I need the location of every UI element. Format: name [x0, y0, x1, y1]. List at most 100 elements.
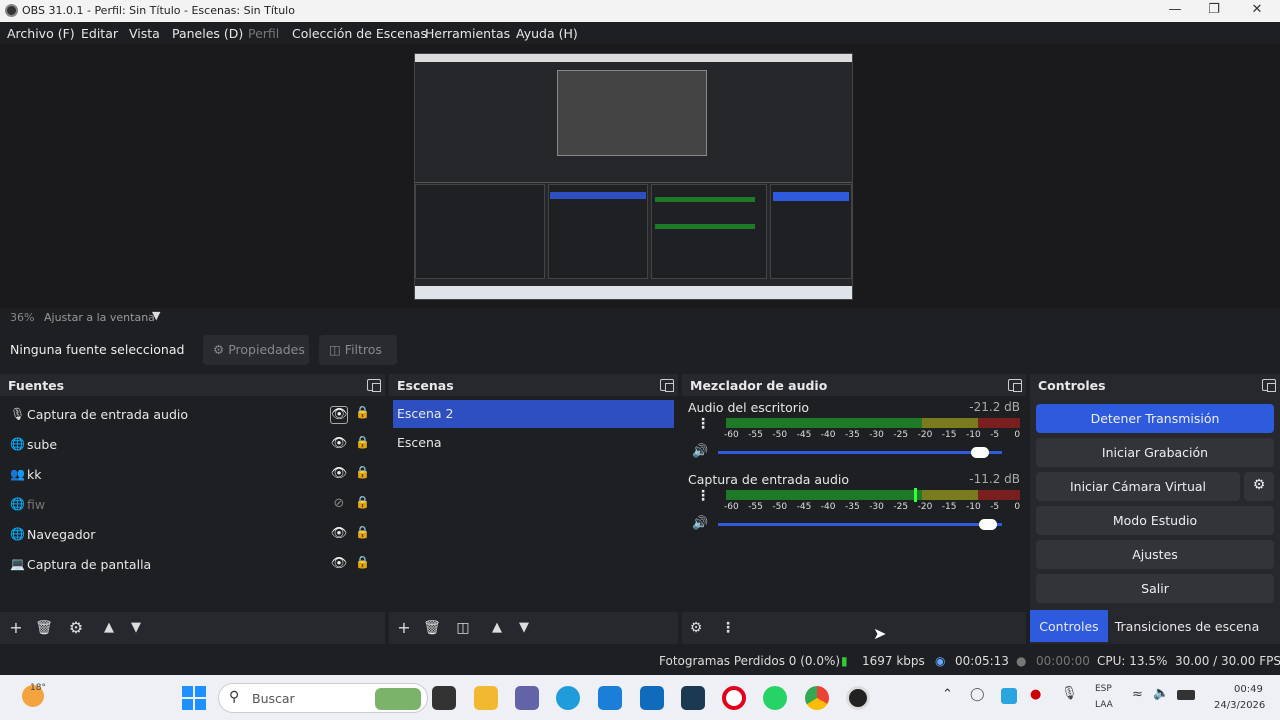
exit-button[interactable]: Salir: [1036, 574, 1274, 603]
language-code[interactable]: ESP: [1095, 684, 1112, 694]
volume-slider-handle[interactable]: [979, 519, 997, 530]
lock-icon[interactable]: 🔒: [355, 435, 370, 453]
scene-item-selected[interactable]: Escena 2: [393, 400, 674, 428]
eye-icon[interactable]: 👁: [330, 526, 348, 544]
undock-icon[interactable]: [367, 379, 381, 392]
properties-button[interactable]: ⚙ Propiedades: [203, 335, 309, 365]
menu-file[interactable]: Archivo (F): [7, 26, 75, 41]
menu-profile[interactable]: Perfil: [248, 26, 279, 41]
list-item[interactable]: 🌐 fiw ⊘ 🔒: [0, 490, 385, 520]
virtual-camera-settings-button[interactable]: ⚙: [1244, 472, 1274, 501]
kebab-menu-icon[interactable]: ⋮: [696, 416, 710, 432]
battery-icon[interactable]: [1177, 690, 1195, 700]
trash-icon[interactable]: 🗑: [34, 618, 54, 638]
scene-item[interactable]: Escena: [393, 429, 674, 457]
start-virtual-camera-button[interactable]: Iniciar Cámara Virtual: [1036, 472, 1240, 501]
kebab-menu-icon[interactable]: ⋮: [718, 618, 738, 638]
trash-icon[interactable]: 🗑: [422, 618, 442, 638]
list-item[interactable]: 💻 Captura de pantalla 👁 🔒: [0, 550, 385, 580]
wifi-icon[interactable]: ≈: [1132, 687, 1143, 702]
menu-edit[interactable]: Editar: [81, 26, 118, 41]
gear-icon[interactable]: ⚙: [686, 618, 706, 638]
add-icon[interactable]: +: [6, 618, 26, 638]
menu-tools[interactable]: Herramientas: [425, 26, 510, 41]
outlook-icon[interactable]: [640, 686, 664, 710]
arrow-up-icon[interactable]: ▲: [487, 618, 507, 638]
signal-icon: ▮: [841, 654, 848, 668]
arrow-down-icon[interactable]: ▼: [126, 618, 146, 638]
menu-view[interactable]: Vista: [129, 26, 160, 41]
menu-docks[interactable]: Paneles (D): [172, 26, 243, 41]
list-item[interactable]: 🎙 Captura de entrada audio 👁 🔒: [0, 400, 385, 430]
start-icon[interactable]: [182, 686, 206, 710]
edge-icon[interactable]: [556, 686, 580, 710]
menu-help[interactable]: Ayuda (H): [516, 26, 578, 41]
meter-tick-label: 0: [1014, 430, 1021, 440]
store-icon[interactable]: [598, 686, 622, 710]
eye-hidden-icon[interactable]: ⊘: [330, 496, 348, 514]
eye-icon[interactable]: 👁: [330, 466, 348, 484]
arrow-up-icon[interactable]: ▲: [99, 618, 119, 638]
arrow-down-icon[interactable]: ▼: [514, 618, 534, 638]
minimize-icon[interactable]: —: [1160, 2, 1190, 17]
sources-list: 🎙 Captura de entrada audio 👁 🔒 🌐 sube 👁 …: [0, 396, 385, 612]
tray-app-icon[interactable]: [1001, 688, 1017, 704]
speaker-icon[interactable]: 🔊: [692, 516, 708, 531]
undock-icon[interactable]: [1008, 379, 1022, 392]
keyboard-layout[interactable]: LAA: [1095, 700, 1113, 710]
chevron-down-icon[interactable]: ▼: [152, 309, 160, 322]
globe-icon: 🌐: [10, 497, 25, 511]
settings-button[interactable]: Ajustes: [1036, 540, 1274, 569]
speaker-icon[interactable]: 🔊: [692, 444, 708, 459]
microphone-icon[interactable]: 🎙: [1061, 686, 1078, 701]
start-recording-button[interactable]: Iniciar Grabación: [1036, 438, 1274, 467]
app-icon[interactable]: [681, 686, 705, 710]
lock-icon[interactable]: 🔒: [355, 525, 370, 543]
menu-scene-collection[interactable]: Colección de Escenas: [292, 26, 427, 41]
search-input[interactable]: ⚲ Buscar: [218, 683, 428, 713]
list-item[interactable]: 👥 kk 👁 🔒: [0, 460, 385, 490]
volume-slider-track[interactable]: [718, 523, 1002, 526]
gear-icon[interactable]: ⚙: [66, 618, 86, 638]
teams-icon[interactable]: [515, 686, 539, 710]
lock-icon[interactable]: 🔒: [355, 405, 370, 423]
eye-icon[interactable]: 👁: [330, 556, 348, 574]
meter-tick-label: -60: [724, 430, 739, 440]
undock-icon[interactable]: [660, 379, 674, 392]
close-icon[interactable]: ✕: [1242, 2, 1272, 17]
volume-slider-track[interactable]: [718, 451, 1002, 454]
studio-mode-button[interactable]: Modo Estudio: [1036, 506, 1274, 535]
volume-icon[interactable]: 🔈: [1153, 686, 1169, 701]
chrome-icon[interactable]: [805, 686, 829, 710]
obs-icon[interactable]: [846, 686, 870, 710]
zoom-fit-select[interactable]: Ajustar a la ventana: [44, 311, 155, 324]
meter-tick-label: -35: [845, 502, 860, 512]
file-explorer-icon[interactable]: [474, 686, 498, 710]
eye-icon[interactable]: 👁: [330, 406, 348, 424]
filters-button[interactable]: ◫ Filtros: [319, 335, 397, 365]
add-icon[interactable]: +: [394, 618, 414, 638]
tray-record-icon[interactable]: ●: [1030, 687, 1041, 702]
chevron-up-icon[interactable]: ⌃: [942, 687, 953, 702]
whatsapp-icon[interactable]: [763, 686, 787, 710]
list-item[interactable]: 🌐 Navegador 👁 🔒: [0, 520, 385, 550]
task-view-icon[interactable]: [432, 686, 456, 710]
lock-icon[interactable]: 🔒: [355, 465, 370, 483]
tab-scene-transitions[interactable]: Transiciones de escena: [1112, 610, 1262, 642]
tray-icon[interactable]: ◯: [970, 687, 985, 702]
lock-icon[interactable]: 🔒: [355, 555, 370, 573]
volume-slider-handle[interactable]: [970, 447, 989, 458]
filter-icon[interactable]: ◫: [453, 618, 473, 638]
maximize-icon[interactable]: ❐: [1199, 2, 1229, 17]
kebab-menu-icon[interactable]: ⋮: [696, 488, 710, 504]
menu-bar: Archivo (F) Editar Vista Paneles (D) Per…: [0, 22, 1280, 44]
lock-icon[interactable]: 🔒: [355, 495, 370, 513]
clock-date[interactable]: 24/3/2026: [1214, 700, 1265, 711]
opera-icon[interactable]: [722, 686, 746, 710]
list-item[interactable]: 🌐 sube 👁 🔒: [0, 430, 385, 460]
stop-streaming-button[interactable]: Detener Transmisión: [1036, 404, 1274, 433]
undock-icon[interactable]: [1262, 379, 1276, 392]
clock-time[interactable]: 00:49: [1234, 684, 1263, 695]
tab-controls[interactable]: Controles: [1030, 610, 1108, 642]
eye-icon[interactable]: 👁: [330, 436, 348, 454]
